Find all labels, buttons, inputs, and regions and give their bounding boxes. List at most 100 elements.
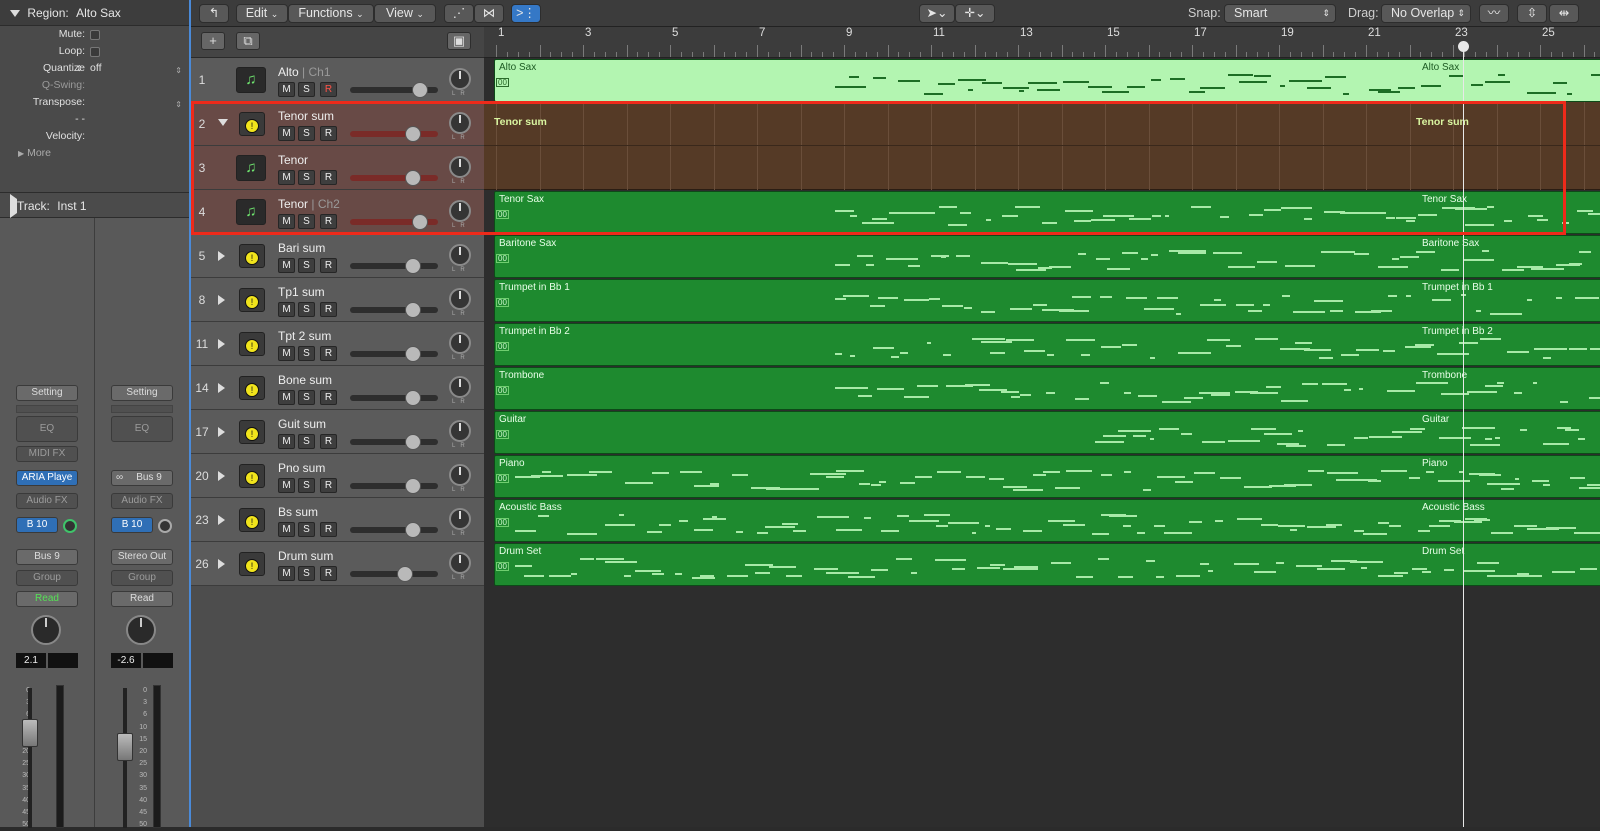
volume-slider[interactable] bbox=[350, 302, 438, 318]
mute-button[interactable]: M bbox=[278, 258, 295, 273]
volume-slider-handle[interactable] bbox=[412, 82, 428, 98]
pointer-tool-icon[interactable]: ➤⌄ bbox=[919, 4, 955, 23]
pan-knob[interactable] bbox=[449, 200, 471, 222]
track-name[interactable]: Bs sum bbox=[278, 505, 318, 519]
record-button[interactable]: R bbox=[320, 82, 337, 97]
pan-knob[interactable] bbox=[449, 68, 471, 90]
volume-slider-handle[interactable] bbox=[405, 258, 421, 274]
pan-knob[interactable] bbox=[449, 156, 471, 178]
pan-knob[interactable] bbox=[449, 288, 471, 310]
mute-button[interactable]: M bbox=[278, 390, 295, 405]
track-header-row[interactable]: 4 ♫ Tenor | Ch2 M S R LR bbox=[191, 190, 484, 234]
gain-slot[interactable] bbox=[111, 405, 173, 413]
midi-region[interactable]: Alto Sax 00 Alto Sax bbox=[494, 59, 1600, 102]
horizontal-zoom-icon[interactable]: ⇹ bbox=[1549, 4, 1579, 23]
stepper-icon[interactable]: ⇕ bbox=[76, 60, 83, 77]
audio-fx-button[interactable]: Audio FX bbox=[16, 493, 78, 509]
vertical-zoom-icon[interactable]: ⇳ bbox=[1517, 4, 1547, 23]
disclosure-down-icon[interactable] bbox=[218, 119, 228, 126]
volume-slider[interactable] bbox=[350, 258, 438, 274]
record-button[interactable]: R bbox=[320, 522, 337, 537]
solo-button[interactable]: S bbox=[298, 170, 315, 185]
track-name[interactable]: Tenor bbox=[278, 153, 308, 167]
track-name[interactable]: Guit sum bbox=[278, 417, 326, 431]
duplicate-track-icon[interactable]: ⧉ bbox=[236, 32, 260, 50]
disclosure-right-icon[interactable] bbox=[218, 515, 225, 525]
back-arrow-icon[interactable]: ↰ bbox=[199, 4, 229, 23]
volume-slider-handle[interactable] bbox=[405, 522, 421, 538]
functions-menu[interactable]: Functions ⌄ bbox=[288, 4, 374, 23]
record-button[interactable]: R bbox=[320, 434, 337, 449]
volume-slider-handle[interactable] bbox=[412, 214, 428, 230]
track-header-row[interactable]: 20! Pno sum M S R LR bbox=[191, 454, 484, 498]
folder-region[interactable]: Tenor sum Tenor sum bbox=[484, 102, 1600, 190]
track-inspector-header[interactable]: Track: Inst 1 bbox=[0, 192, 190, 218]
track-header-row[interactable]: 14! Bone sum M S R LR bbox=[191, 366, 484, 410]
solo-button[interactable]: S bbox=[298, 478, 315, 493]
track-header-row[interactable]: 5! Bari sum M S R LR bbox=[191, 234, 484, 278]
track-name[interactable]: Tenor sum bbox=[278, 109, 334, 123]
track-name[interactable]: Alto | Ch1 bbox=[278, 65, 331, 79]
volume-slider[interactable] bbox=[350, 566, 438, 582]
snap-select[interactable]: Smart ⇕ bbox=[1224, 4, 1336, 23]
more-row[interactable]: ▶ More bbox=[0, 145, 190, 162]
track-name[interactable]: Tp1 sum bbox=[278, 285, 325, 299]
playhead[interactable] bbox=[1463, 41, 1464, 827]
more-label[interactable]: More bbox=[27, 147, 51, 159]
send-slot[interactable]: B 10 bbox=[111, 517, 153, 533]
quantize-value[interactable]: off bbox=[90, 60, 101, 77]
volume-slider-handle[interactable] bbox=[405, 302, 421, 318]
disclosure-right-icon[interactable] bbox=[218, 427, 225, 437]
eq-button[interactable]: EQ bbox=[16, 416, 78, 442]
midi-region[interactable]: Tenor Sax 00 Tenor Sax bbox=[494, 191, 1600, 234]
loop-checkbox[interactable] bbox=[90, 47, 100, 57]
volume-slider[interactable] bbox=[350, 82, 438, 98]
send-level-knob[interactable] bbox=[158, 519, 172, 533]
volume-fader-handle[interactable] bbox=[117, 732, 133, 761]
midi-region[interactable]: Drum Set 00 Drum Set bbox=[494, 543, 1600, 586]
solo-button[interactable]: S bbox=[298, 126, 315, 141]
bar-ruler[interactable]: 1 3 5 7 9 11 13 15 17 19 21 23 25 bbox=[484, 27, 1600, 58]
crosshair-tool-icon[interactable]: ✛⌄ bbox=[955, 4, 995, 23]
add-track-icon[interactable]: + bbox=[201, 32, 225, 50]
automation-mode[interactable]: Read bbox=[16, 591, 78, 607]
group-slot[interactable]: Group bbox=[16, 570, 78, 586]
disclosure-right-icon[interactable]: ▶ bbox=[18, 149, 24, 158]
mute-button[interactable]: M bbox=[278, 214, 295, 229]
pan-knob[interactable] bbox=[449, 508, 471, 530]
eq-button[interactable]: EQ bbox=[111, 416, 173, 442]
volume-slider-handle[interactable] bbox=[405, 346, 421, 362]
track-name[interactable]: Tenor | Ch2 bbox=[278, 197, 340, 211]
track-header-row[interactable]: 2! Tenor sum M S R LR bbox=[191, 102, 484, 146]
track-header-row[interactable]: 11! Tpt 2 sum M S R LR bbox=[191, 322, 484, 366]
playhead-handle[interactable] bbox=[1458, 41, 1469, 52]
output-slot[interactable]: Stereo Out bbox=[111, 549, 173, 565]
record-button[interactable]: R bbox=[320, 478, 337, 493]
volume-slider[interactable] bbox=[350, 214, 438, 230]
pan-knob[interactable] bbox=[126, 615, 156, 645]
volume-fader-handle[interactable] bbox=[22, 719, 38, 748]
solo-button[interactable]: S bbox=[298, 302, 315, 317]
mute-button[interactable]: M bbox=[278, 522, 295, 537]
gain-slot[interactable] bbox=[16, 405, 78, 413]
midi-region[interactable]: Piano 00 Piano bbox=[494, 455, 1600, 498]
volume-slider-handle[interactable] bbox=[405, 478, 421, 494]
pan-knob[interactable] bbox=[31, 615, 61, 645]
flex-icon[interactable]: ⋈ bbox=[474, 4, 504, 23]
track-header-row[interactable]: 1 ♫ Alto | Ch1 M S R LR bbox=[191, 58, 484, 102]
volume-slider[interactable] bbox=[350, 390, 438, 406]
record-button[interactable]: R bbox=[320, 258, 337, 273]
group-slot[interactable]: Group bbox=[111, 570, 173, 586]
solo-button[interactable]: S bbox=[298, 346, 315, 361]
midi-region[interactable]: Trombone 00 Trombone bbox=[494, 367, 1600, 410]
mute-button[interactable]: M bbox=[278, 82, 295, 97]
mute-button[interactable]: M bbox=[278, 126, 295, 141]
waveform-zoom-icon[interactable]: 〰 bbox=[1479, 4, 1509, 23]
view-menu[interactable]: View ⌄ bbox=[374, 4, 436, 23]
disclosure-right-icon[interactable] bbox=[218, 383, 225, 393]
volume-slider-handle[interactable] bbox=[397, 566, 413, 582]
midi-region[interactable]: Baritone Sax 00 Baritone Sax bbox=[494, 235, 1600, 278]
solo-button[interactable]: S bbox=[298, 258, 315, 273]
volume-slider[interactable] bbox=[350, 346, 438, 362]
volume-slider-handle[interactable] bbox=[405, 126, 421, 142]
